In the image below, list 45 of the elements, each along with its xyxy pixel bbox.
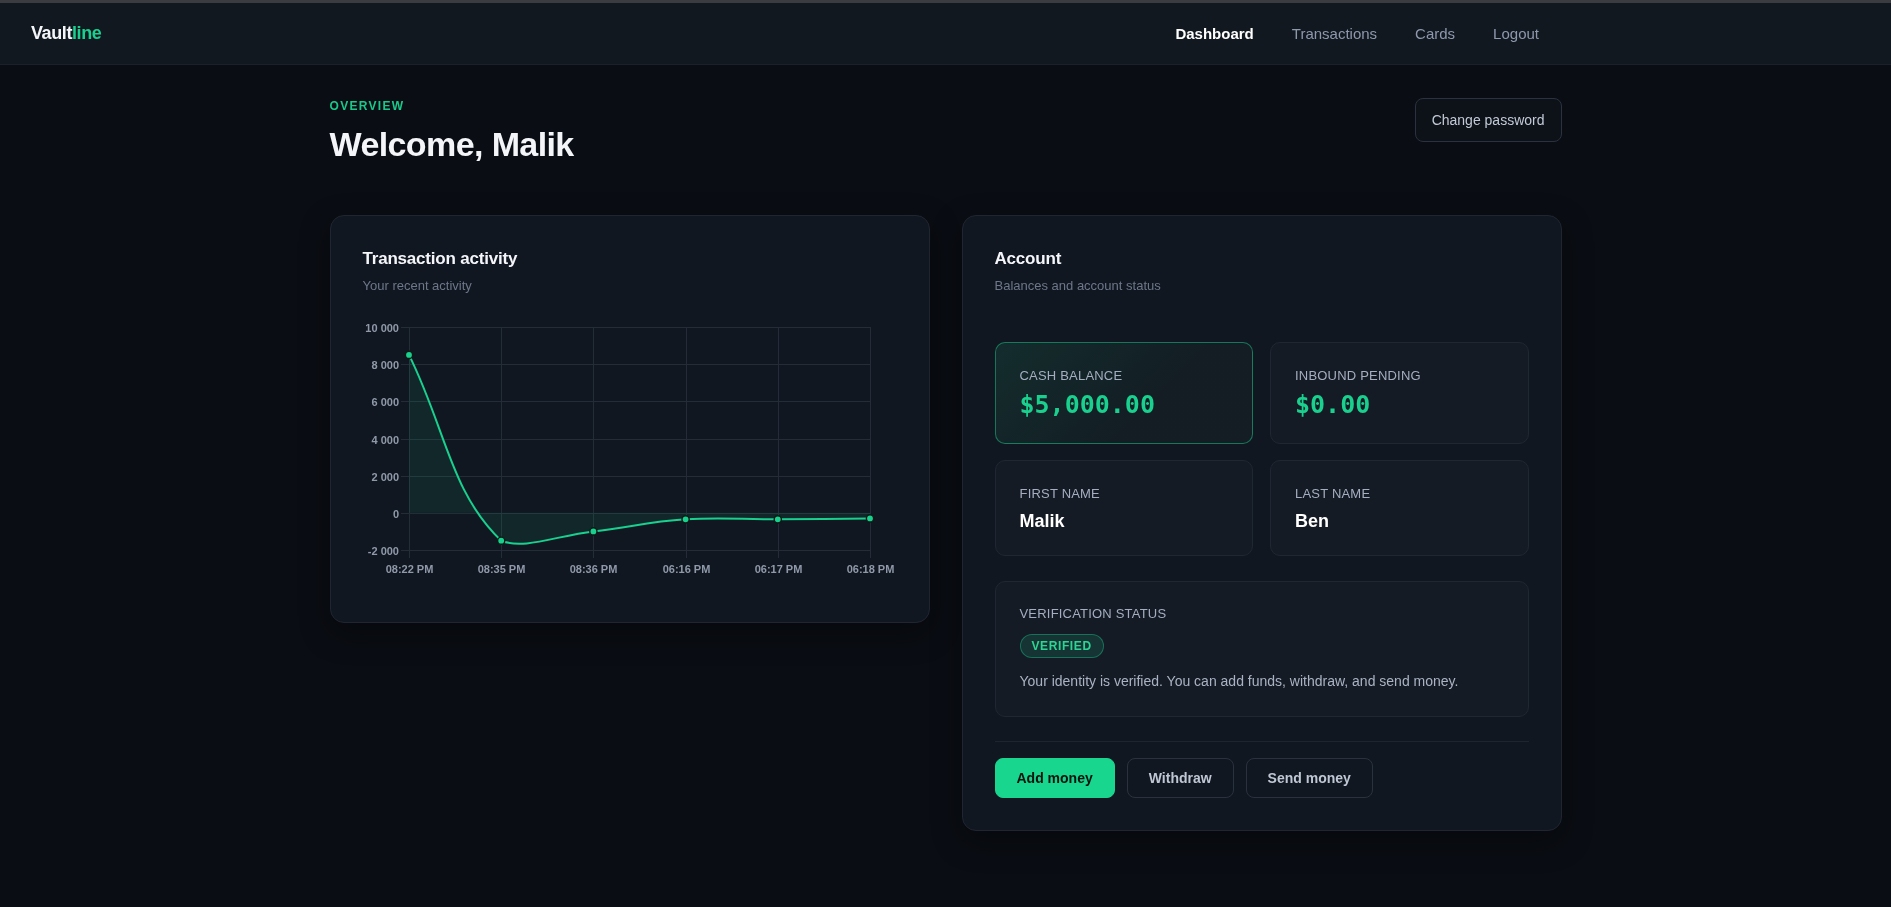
card-subtitle: Your recent activity [362,278,472,294]
nav-link[interactable]: Dashboard [1175,23,1254,44]
change-password-button[interactable]: Change password [1414,98,1562,142]
data-point [496,536,505,545]
status-message: Your identity is verified. You can add funds, withdraw, and send money. [1019,672,1459,691]
section-label: OVERVIEW [329,99,405,113]
axis-label: 08:22 PM [385,563,433,575]
status-badge: VERIFIED [1019,634,1104,658]
tile-value: $5,000.00 [1019,390,1155,420]
axis-label: -2 000 [367,544,399,557]
tile-label: CASH BALANCE [1019,368,1123,384]
welcome-heading: Welcome, Malik [329,124,574,164]
logo: Vaultline [31,23,102,44]
axis-label: 06:17 PM [754,563,802,575]
axis-label: 06:18 PM [846,563,894,575]
data-point [865,514,874,523]
card-title: Transaction activity [362,248,518,270]
tile-value: Malik [1019,510,1065,532]
action-button[interactable]: Add money [994,758,1115,798]
action-button[interactable]: Withdraw [1126,758,1234,798]
axis-label: 10 000 [364,321,399,334]
axis-label: 8 000 [370,358,399,371]
data-point [404,350,413,360]
data-point [680,515,690,524]
axis-label: 08:35 PM [477,563,525,575]
card-subtitle: Balances and account status [994,278,1161,294]
axis-label: 0 [392,507,399,520]
axis-label: 2 000 [370,470,399,483]
action-button[interactable]: Send money [1245,758,1373,798]
axis-label: 6 000 [370,395,399,408]
tile-value: $0.00 [1295,390,1371,420]
axis-label: 06:16 PM [662,563,710,575]
nav-link[interactable]: Logout [1493,23,1539,44]
tile-label: FIRST NAME [1019,486,1100,502]
nav-link[interactable]: Transactions [1291,23,1378,44]
card-title: Account [994,248,1062,270]
nav-link[interactable]: Cards [1415,23,1456,44]
tile-label: VERIFICATION STATUS [1019,606,1167,622]
data-point [773,515,782,524]
tile-value: Ben [1295,510,1329,532]
tile-label: LAST NAME [1295,486,1371,502]
axis-label: 08:36 PM [569,563,617,575]
data-point [588,527,598,536]
axis-label: 4 000 [370,433,399,446]
tile-label: INBOUND PENDING [1295,368,1421,384]
